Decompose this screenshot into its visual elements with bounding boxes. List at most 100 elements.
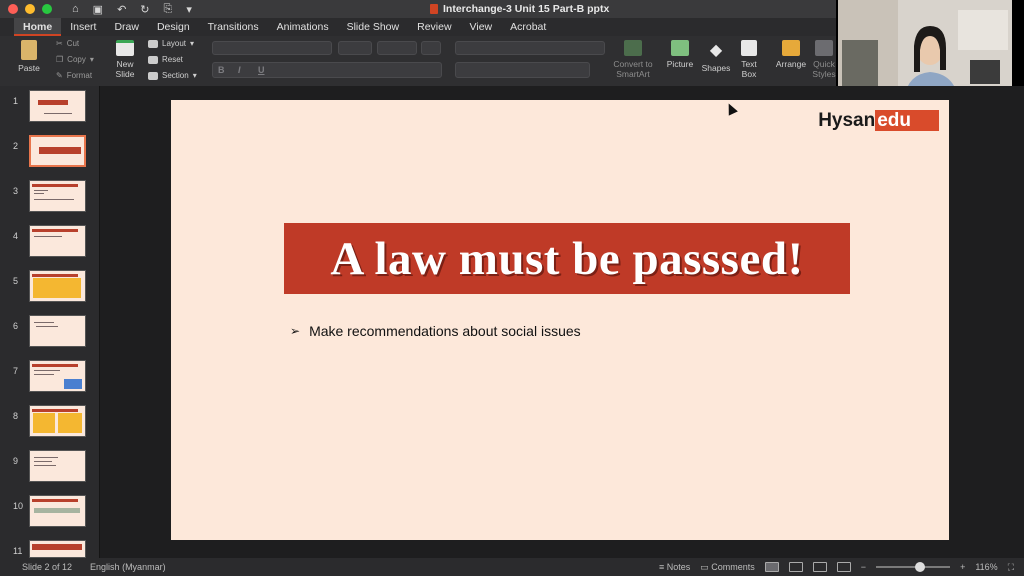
alignment-controls[interactable]: [455, 62, 590, 78]
bold-button[interactable]: B: [218, 65, 225, 75]
font-size-select[interactable]: [338, 41, 372, 55]
zoom-in-button[interactable]: +: [960, 562, 965, 572]
format-painter-button[interactable]: ✎ Format: [56, 71, 92, 80]
home-icon[interactable]: ⌂: [72, 3, 79, 15]
normal-view-icon[interactable]: [764, 562, 779, 572]
clear-formatting-button[interactable]: [421, 41, 441, 55]
copy-button[interactable]: ❐ Copy ▾: [56, 55, 94, 64]
italic-button[interactable]: I: [238, 65, 241, 75]
slide-thumbnail[interactable]: [29, 450, 86, 482]
tab-draw[interactable]: Draw: [105, 18, 148, 36]
layout-button[interactable]: Layout ▾: [148, 39, 194, 48]
slide-thumbnail-row[interactable]: 4: [0, 225, 100, 261]
slide-number: 9: [13, 456, 19, 466]
reset-button[interactable]: Reset: [148, 55, 183, 64]
font-family-select[interactable]: [212, 41, 332, 55]
convert-smartart-button[interactable]: Convert to SmartArt: [612, 40, 654, 79]
comments-button[interactable]: ▭ Comments: [700, 562, 755, 573]
save-icon[interactable]: ▣: [93, 3, 103, 16]
notes-button[interactable]: ≡ Notes: [659, 562, 690, 572]
section-button[interactable]: Section ▾: [148, 71, 197, 80]
slide-thumbnail-row[interactable]: 10: [0, 495, 100, 531]
arrange-icon: [782, 40, 800, 56]
ribbon-tabs: Home Insert Draw Design Transitions Animation…: [0, 18, 836, 36]
fit-to-window-icon[interactable]: ⛶: [1008, 562, 1014, 573]
slide-thumbnail[interactable]: [29, 540, 86, 558]
shapes-button[interactable]: ◆ Shapes: [701, 40, 731, 73]
slide-number: 4: [13, 231, 19, 241]
slide-sorter-icon[interactable]: [788, 562, 803, 572]
tab-view[interactable]: View: [461, 18, 502, 36]
tab-animations[interactable]: Animations: [268, 18, 338, 36]
brush-icon: ✎: [56, 71, 63, 80]
underline-button[interactable]: U: [258, 65, 265, 75]
zoom-slider[interactable]: [876, 562, 951, 572]
redo-icon[interactable]: ↻: [140, 3, 149, 16]
slide-number: 6: [13, 321, 19, 331]
text-box-button[interactable]: Text Box: [737, 40, 761, 79]
slide-thumbnail-row[interactable]: 9: [0, 450, 100, 486]
new-slide-button[interactable]: New Slide: [110, 40, 140, 79]
slide-thumbnail[interactable]: [29, 315, 86, 347]
slideshow-view-icon[interactable]: [836, 562, 851, 572]
tab-transitions[interactable]: Transitions: [199, 18, 268, 36]
ribbon-toolbar: Paste ✂ Cut ❐ Copy ▾ ✎ Format New Slide Layo…: [0, 36, 836, 86]
quick-styles-button[interactable]: Quick Styles: [812, 40, 836, 79]
tab-design[interactable]: Design: [148, 18, 199, 36]
slide-thumbnail[interactable]: [29, 135, 86, 167]
zoom-slider-knob[interactable]: [915, 562, 926, 572]
tab-slide-show[interactable]: Slide Show: [338, 18, 409, 36]
textbox-icon: [741, 40, 757, 56]
close-window-button[interactable]: [8, 4, 18, 14]
slide-thumbnail-row[interactable]: 3: [0, 180, 100, 216]
tab-insert[interactable]: Insert: [61, 18, 105, 36]
comment-icon: ▭: [700, 561, 709, 572]
slide-thumbnail-row[interactable]: 5: [0, 270, 100, 306]
slide-number: 10: [13, 501, 24, 511]
list-controls[interactable]: [455, 41, 605, 55]
font-style-group[interactable]: [212, 62, 442, 78]
arrange-button[interactable]: Arrange: [774, 40, 808, 69]
slide-title: A law must be passsed!: [330, 232, 804, 285]
zoom-out-button[interactable]: −: [861, 562, 866, 572]
tab-acrobat[interactable]: Acrobat: [501, 18, 555, 36]
minimize-window-button[interactable]: [25, 4, 35, 14]
slide-thumbnail-row[interactable]: 6: [0, 315, 100, 351]
clipboard-icon: [21, 40, 37, 60]
title-banner[interactable]: A law must be passsed!: [284, 223, 850, 294]
slide-thumbnail-row[interactable]: 8: [0, 405, 100, 441]
hysanedu-logo: Hysan edu: [818, 110, 939, 131]
slide-thumbnail-row[interactable]: 1: [0, 90, 100, 126]
slide-number: 1: [13, 96, 19, 106]
pptx-file-icon: [430, 4, 438, 14]
cut-button[interactable]: ✂ Cut: [56, 39, 79, 48]
zoom-window-button[interactable]: [42, 4, 52, 14]
slide-thumbnail[interactable]: [29, 90, 86, 122]
slide-thumbnail[interactable]: [29, 495, 86, 527]
bullet-item[interactable]: ➢ Make recommendations about social issu…: [290, 323, 581, 339]
language-indicator[interactable]: English (Myanmar): [90, 562, 166, 572]
tab-home[interactable]: Home: [14, 18, 62, 36]
slide-thumbnail-row[interactable]: 2: [0, 135, 100, 171]
present-icon[interactable]: ⎘: [164, 3, 173, 16]
copy-icon: ❐: [56, 55, 64, 64]
slide-canvas[interactable]: Hysan edu A law must be passsed! ➢ Make …: [171, 100, 949, 540]
paste-button[interactable]: Paste: [16, 40, 42, 73]
slide-thumbnail-row[interactable]: 7: [0, 360, 100, 396]
reading-view-icon[interactable]: [812, 562, 827, 572]
arrow-bullet-icon: ➢: [290, 324, 301, 338]
zoom-level[interactable]: 116%: [975, 562, 997, 572]
slide-thumbnail[interactable]: [29, 180, 86, 212]
font-size-adjust[interactable]: [377, 41, 417, 55]
title-bar: ⌂ ▣ ↶ ↻ ⎘ ▾ Interchange-3 Unit 15 Part-B…: [0, 0, 836, 18]
slide-thumbnail[interactable]: [29, 360, 86, 392]
slide-thumbnail-pane[interactable]: 1 2 3 4 5 6 7 8 9 10 11: [0, 86, 100, 558]
slide-counter: Slide 2 of 12: [22, 562, 73, 572]
undo-icon[interactable]: ↶: [117, 3, 126, 16]
tab-review[interactable]: Review: [408, 18, 460, 36]
slide-thumbnail[interactable]: [29, 270, 86, 302]
picture-button[interactable]: Picture: [665, 40, 695, 69]
customize-toolbar-icon[interactable]: ▾: [186, 3, 192, 16]
slide-thumbnail[interactable]: [29, 405, 86, 437]
slide-thumbnail[interactable]: [29, 225, 86, 257]
